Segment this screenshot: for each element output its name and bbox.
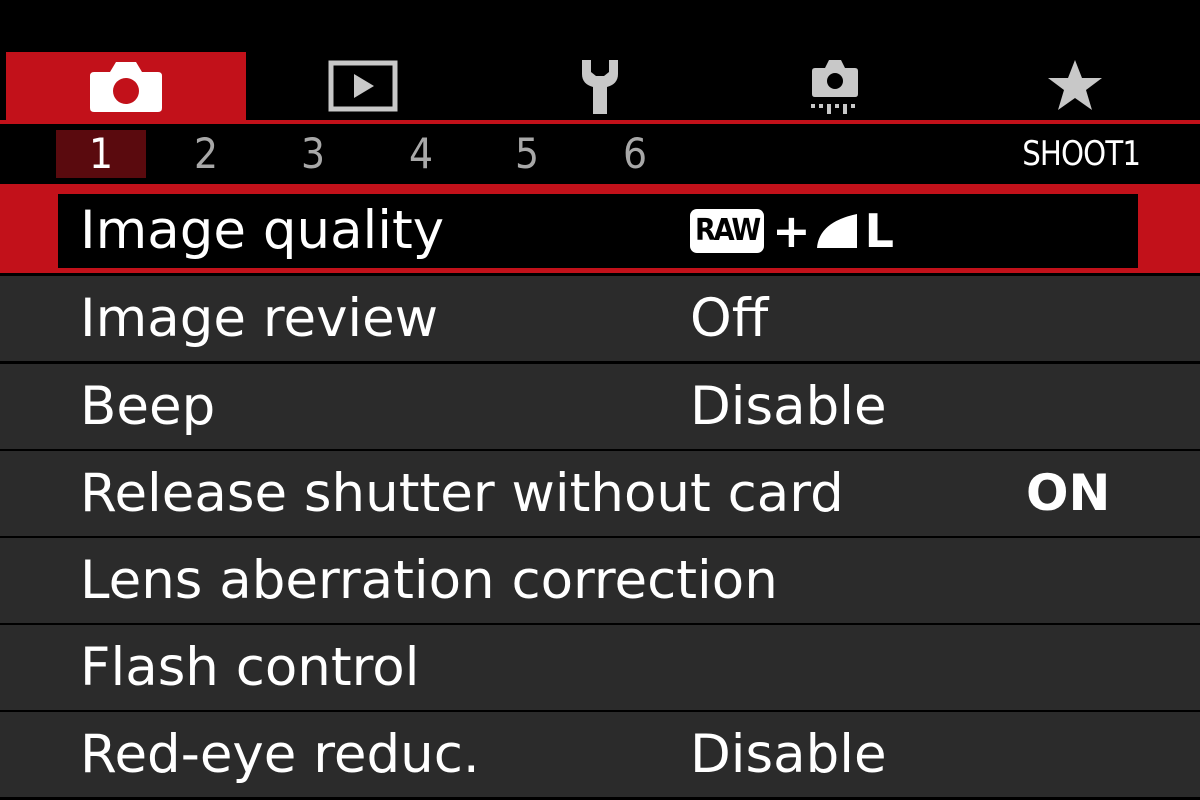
menu-item-lens-aberration-correction[interactable]: Lens aberration correction — [0, 538, 1200, 623]
jpeg-fine-quality-icon — [815, 212, 859, 250]
wrench-icon — [578, 56, 622, 116]
tab-setup[interactable] — [480, 52, 720, 120]
page-selector: 1 2 3 4 5 6 SHOOT1 — [0, 124, 1200, 184]
selection-cursor: Image quality RAW + L — [58, 194, 1138, 268]
menu-item-value: Off — [690, 288, 769, 349]
page-1[interactable]: 1 — [56, 130, 146, 178]
page-3[interactable]: 3 — [268, 130, 358, 178]
menu-item-value: ON — [1026, 464, 1111, 522]
menu-item-label: Red-eye reduc. — [80, 724, 480, 785]
page-title: SHOOT1 — [1022, 134, 1141, 174]
tab-my-menu[interactable] — [955, 52, 1195, 120]
plus-sign: + — [772, 204, 811, 258]
tab-shooting[interactable] — [6, 52, 246, 120]
menu-category-tabs — [0, 52, 1200, 120]
raw-badge: RAW — [690, 209, 765, 253]
star-icon — [1046, 58, 1104, 114]
image-quality-value: RAW + L — [690, 194, 894, 268]
image-size-label: L — [864, 204, 894, 258]
menu-item-label: Image quality — [80, 200, 445, 261]
menu-item-flash-control[interactable]: Flash control — [0, 625, 1200, 710]
menu-item-label: Lens aberration correction — [80, 550, 778, 611]
camera-settings-icon — [805, 56, 865, 116]
menu-item-red-eye-reduction[interactable]: Red-eye reduc. Disable — [0, 712, 1200, 797]
menu-item-label: Beep — [80, 376, 216, 437]
page-5[interactable]: 5 — [482, 130, 572, 178]
camera-menu-screen: 1 2 3 4 5 6 SHOOT1 Image quality RAW + L — [0, 0, 1200, 800]
page-2[interactable]: 2 — [161, 130, 251, 178]
menu-item-value: Disable — [690, 376, 887, 437]
menu-item-release-shutter-without-card[interactable]: Release shutter without card ON — [0, 451, 1200, 536]
menu-item-image-quality[interactable]: Image quality RAW + L — [0, 188, 1200, 273]
menu-item-image-review[interactable]: Image review Off — [0, 276, 1200, 361]
menu-list: Image quality RAW + L Image review Off B… — [0, 188, 1200, 800]
menu-item-label: Image review — [80, 288, 439, 349]
camera-icon — [88, 58, 164, 114]
page-6[interactable]: 6 — [590, 130, 680, 178]
page-4[interactable]: 4 — [376, 130, 466, 178]
tab-playback[interactable] — [243, 52, 483, 120]
menu-item-value: Disable — [690, 724, 887, 785]
play-icon — [328, 60, 398, 112]
menu-item-label: Flash control — [80, 637, 420, 698]
menu-item-beep[interactable]: Beep Disable — [0, 364, 1200, 449]
tab-custom[interactable] — [715, 52, 955, 120]
menu-item-label: Release shutter without card — [80, 463, 844, 524]
